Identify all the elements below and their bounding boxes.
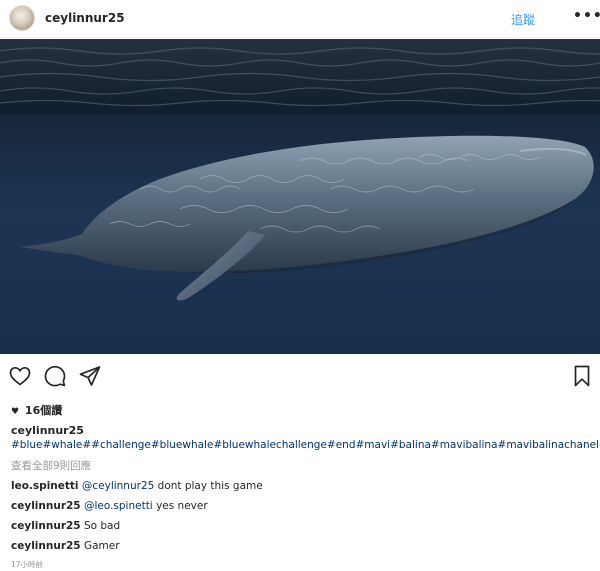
comment-item: ceylinnur25 Gamer [11,540,120,552]
caption-username[interactable]: ceylinnur25 [11,424,84,437]
heart-icon: ♥ [11,407,20,417]
post-image[interactable] [0,39,600,354]
comment-mention[interactable]: @leo.spinetti [84,500,153,512]
caption-hashtags[interactable]: #blue#whale##challenge#bluewhale#bluewha… [11,439,600,451]
comment-mention[interactable]: @ceylinnur25 [82,480,154,492]
comment-username[interactable]: leo.spinetti [11,480,79,492]
heart-icon[interactable] [8,364,32,388]
post-timestamp[interactable]: 17小時前 [11,559,43,570]
whale-photo [0,39,600,354]
comment-username[interactable]: ceylinnur25 [11,500,81,512]
more-options-icon[interactable]: ••• [573,8,600,24]
comment-text: yes never [152,500,208,512]
comment-item: ceylinnur25 @leo.spinetti yes never [11,500,208,512]
likes-count[interactable]: ♥ 16個讚 [11,402,62,418]
share-icon[interactable] [78,364,102,388]
comment-item: ceylinnur25 So bad [11,520,120,532]
comment-username[interactable]: ceylinnur25 [11,540,81,552]
view-all-comments-link[interactable]: 查看全部9則回應 [11,458,91,473]
post-author-username[interactable]: ceylinnur25 [45,11,125,25]
bookmark-icon[interactable] [570,364,594,388]
comment-text: So bad [80,520,121,532]
follow-button[interactable]: 追蹤 [511,11,535,28]
post-header: ceylinnur25 追蹤 ••• [0,0,600,38]
comment-text: Gamer [80,540,120,552]
avatar[interactable] [9,5,35,31]
post-actions [0,354,600,398]
comment-icon[interactable] [43,364,67,388]
comment-text: dont play this game [154,480,263,492]
comment-item: leo.spinetti @ceylinnur25 dont play this… [11,480,263,492]
comment-username[interactable]: ceylinnur25 [11,520,81,532]
likes-label: 16個讚 [24,404,63,417]
